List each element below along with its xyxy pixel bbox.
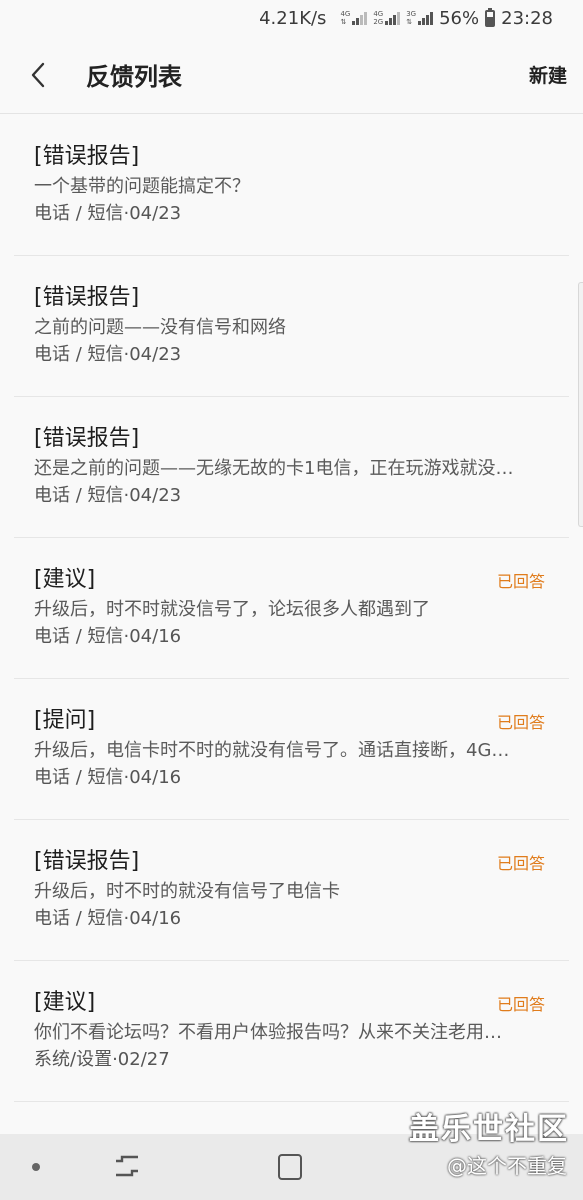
data-arrows-icon: ⇅	[340, 18, 347, 26]
status-bar: 4.21K/s 4G ⇅ 4G 2G 3G ⇅ 56% 23:28	[0, 0, 583, 36]
feedback-meta: 电话 / 短信·04/16	[34, 767, 182, 788]
back-arrow-icon	[31, 62, 45, 87]
feedback-summary: 你们不看论坛吗？不看用户体验报告吗？从来不关注老用…	[34, 1022, 502, 1043]
feedback-summary: 之前的问题——没有信号和网络	[34, 317, 286, 338]
feedback-item[interactable]: [错误报告] 之前的问题——没有信号和网络 电话 / 短信·04/23	[14, 256, 569, 397]
feedback-summary: 一个基带的问题能搞定不？	[34, 176, 250, 197]
feedback-item[interactable]: [建议] 升级后，时不时就没信号了，论坛很多人都遇到了 电话 / 短信·04/1…	[14, 538, 569, 679]
feedback-meta: 电话 / 短信·04/23	[34, 344, 182, 365]
feedback-category: [建议]	[34, 990, 96, 1015]
back-button[interactable]	[0, 36, 78, 114]
answered-badge: 已回答	[496, 995, 545, 1014]
feedback-category: [错误报告]	[34, 285, 140, 310]
clock: 23:28	[501, 7, 553, 29]
feedback-item[interactable]: [错误报告] 一个基带的问题能搞定不？ 电话 / 短信·04/23	[14, 115, 569, 256]
feedback-category: [提问]	[34, 708, 96, 733]
feedback-summary: 升级后，时不时就没信号了，论坛很多人都遇到了	[34, 599, 430, 620]
feedback-item[interactable]: [错误报告] 还是之前的问题——无缘无故的卡1电信，正在玩游戏就没… 电话 / …	[14, 397, 569, 538]
battery-percent: 56%	[439, 7, 480, 29]
network-type-4g-badge: 4G ⇅	[340, 10, 350, 26]
signal-icon	[418, 11, 434, 25]
feedback-list: [错误报告] 一个基带的问题能搞定不？ 电话 / 短信·04/23 [错误报告]…	[0, 115, 583, 1102]
answered-badge: 已回答	[496, 713, 545, 732]
network-type-label: 4G	[373, 10, 384, 18]
home-icon[interactable]	[278, 1154, 302, 1180]
feedback-meta: 电话 / 短信·04/16	[34, 626, 182, 647]
feedback-meta: 电话 / 短信·04/23	[34, 203, 182, 224]
network-type-label: 2G	[373, 18, 384, 26]
new-feedback-button[interactable]: 新建	[529, 61, 567, 88]
feedback-item[interactable]: [错误报告] 升级后，时不时的就没有信号了电信卡 电话 / 短信·04/16 已…	[14, 820, 569, 961]
recents-icon[interactable]	[114, 1152, 140, 1180]
feedback-category: [错误报告]	[34, 849, 140, 874]
feedback-category: [建议]	[34, 567, 96, 592]
feedback-category: [错误报告]	[34, 144, 140, 169]
network-type-3g-badge: 3G ⇅	[406, 10, 416, 26]
answered-badge: 已回答	[496, 854, 545, 873]
battery-icon	[485, 7, 496, 27]
feedback-summary: 还是之前的问题——无缘无故的卡1电信，正在玩游戏就没…	[34, 458, 514, 479]
feedback-item[interactable]: [提问] 升级后，电信卡时不时的就没有信号了。通话直接断，4G… 电话 / 短信…	[14, 679, 569, 820]
data-arrows-icon: ⇅	[406, 18, 413, 26]
feedback-item[interactable]: [建议] 你们不看论坛吗？不看用户体验报告吗？从来不关注老用… 系统/设置·02…	[14, 961, 569, 1102]
dot-icon[interactable]	[32, 1163, 40, 1171]
screen: 4.21K/s 4G ⇅ 4G 2G 3G ⇅ 56% 23:28 反馈列表 新…	[0, 0, 583, 1200]
feedback-meta: 系统/设置·02/27	[34, 1049, 170, 1070]
feedback-meta: 电话 / 短信·04/16	[34, 908, 182, 929]
feedback-summary: 升级后，时不时的就没有信号了电信卡	[34, 881, 340, 902]
signal-icon	[352, 11, 368, 25]
answered-badge: 已回答	[496, 572, 545, 591]
page-title: 反馈列表	[86, 63, 182, 91]
feedback-meta: 电话 / 短信·04/23	[34, 485, 182, 506]
net-speed: 4.21K/s	[259, 7, 327, 29]
network-type-label: 3G	[406, 10, 417, 18]
network-type-label: 4G	[340, 10, 351, 18]
watermark-user: @这个不重复	[447, 1154, 567, 1178]
scrollbar[interactable]	[578, 282, 583, 527]
watermark-title: 盖乐世社区	[409, 1112, 569, 1147]
feedback-category: [错误报告]	[34, 426, 140, 451]
feedback-summary: 升级后，电信卡时不时的就没有信号了。通话直接断，4G…	[34, 740, 510, 761]
network-type-4g-2g-badge: 4G 2G	[373, 10, 383, 26]
signal-icon	[385, 11, 401, 25]
app-header: 反馈列表 新建	[0, 36, 583, 114]
